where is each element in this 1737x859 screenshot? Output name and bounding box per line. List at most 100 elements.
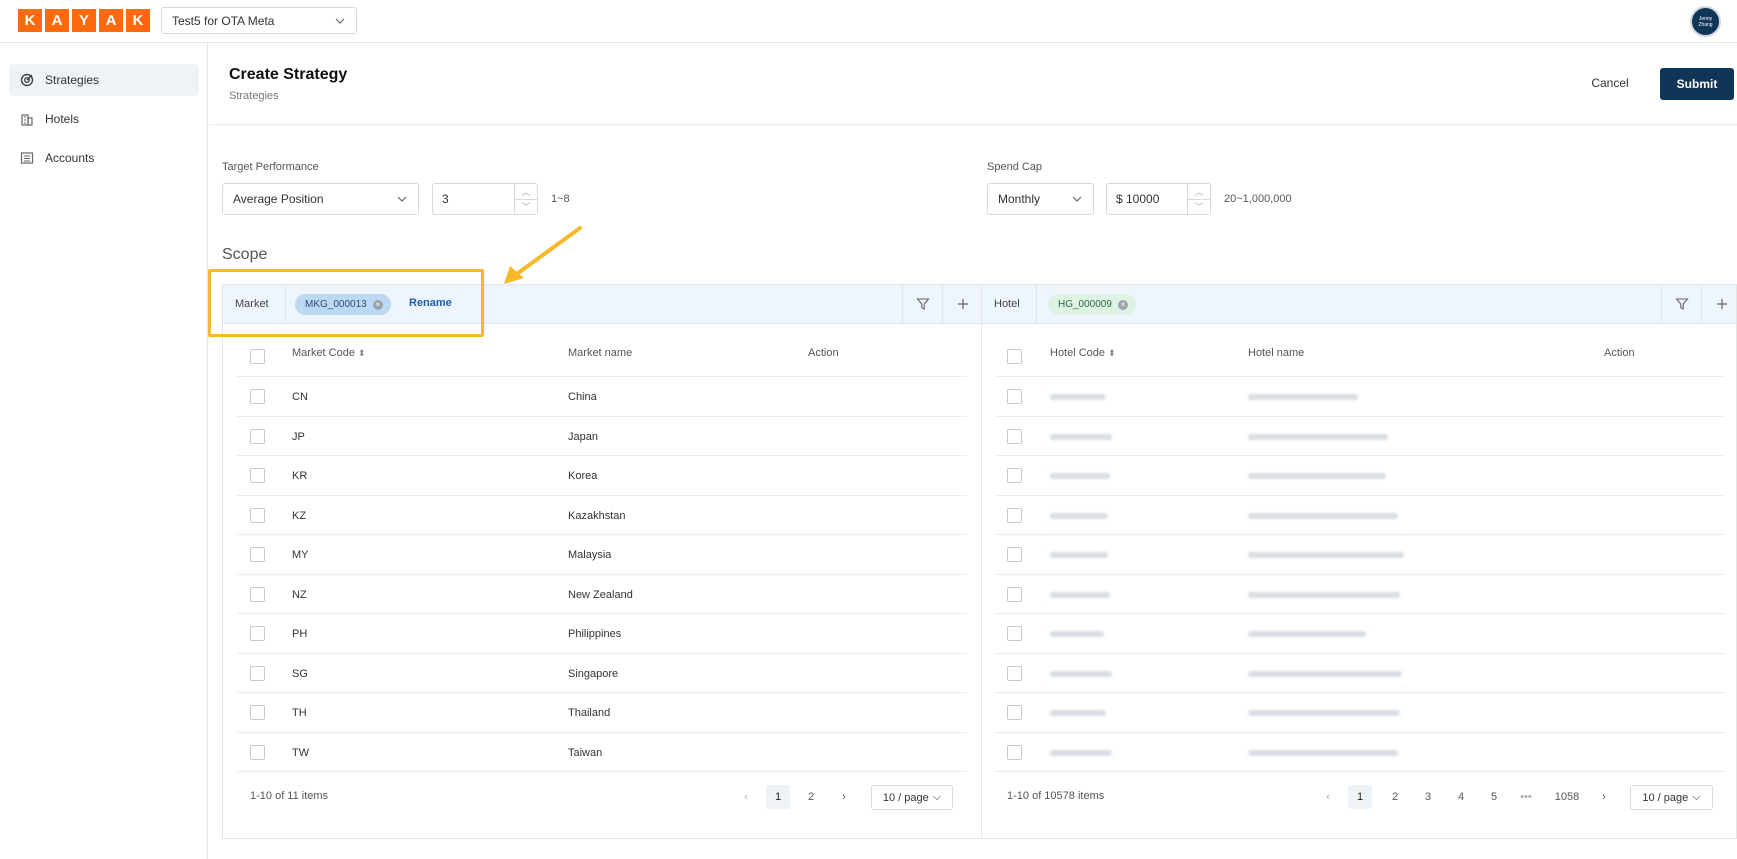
hotel-label: Hotel <box>982 285 1037 323</box>
hotel-chip[interactable]: HG_000009 × <box>1048 294 1136 315</box>
annotation-arrow-icon <box>504 226 582 284</box>
kayak-logo[interactable]: K A Y A K <box>18 9 150 32</box>
row-checkbox[interactable] <box>250 468 265 483</box>
stepper-up-icon[interactable]: ︿ <box>515 184 537 200</box>
prev-page-icon[interactable]: ‹ <box>1316 785 1340 809</box>
page-button[interactable]: 2 <box>1383 785 1407 809</box>
market-name-cell: Philippines <box>568 628 622 640</box>
spend-range: 20~1,000,000 <box>1224 193 1292 205</box>
market-code-cell: KR <box>292 470 308 482</box>
market-select-all-checkbox[interactable] <box>250 349 265 364</box>
hotel-action-header: Action <box>1604 347 1635 359</box>
chevron-down-icon: ⌵ <box>1692 791 1701 803</box>
row-checkbox[interactable] <box>250 389 265 404</box>
chevron-down-icon <box>1072 196 1082 202</box>
close-icon[interactable]: × <box>1117 299 1128 310</box>
target-value-stepper[interactable]: 3 ︿ ﹀ <box>432 183 538 215</box>
row-divider <box>236 534 967 535</box>
chevron-down-icon <box>335 18 345 24</box>
hotel-select-all-checkbox[interactable] <box>1007 349 1022 364</box>
add-icon[interactable] <box>1701 285 1737 323</box>
redacted-hotel-code <box>1050 591 1110 598</box>
row-divider <box>995 692 1725 693</box>
row-checkbox[interactable] <box>1007 705 1022 720</box>
page-button[interactable]: 1 <box>1348 785 1372 809</box>
page-button[interactable]: 1 <box>766 785 790 809</box>
target-metric-select[interactable]: Average Position <box>222 183 419 215</box>
page-ellipsis[interactable]: ••• <box>1514 785 1538 809</box>
row-checkbox[interactable] <box>1007 389 1022 404</box>
list-icon <box>20 151 34 165</box>
row-checkbox[interactable] <box>250 744 265 760</box>
market-page-size-select[interactable]: 10 / page ⌵ <box>871 785 953 810</box>
row-divider <box>236 613 967 614</box>
next-page-icon[interactable]: › <box>1592 785 1616 809</box>
redacted-hotel-code <box>1050 631 1104 637</box>
stepper-down-icon[interactable]: ﹀ <box>1188 200 1210 215</box>
spend-value-stepper[interactable]: $ 10000 ︿ ﹀ <box>1106 183 1211 215</box>
page-title: Create Strategy <box>229 66 348 83</box>
submit-button[interactable]: Submit <box>1660 68 1734 100</box>
market-name-cell: Thailand <box>568 707 611 719</box>
row-checkbox[interactable] <box>250 428 265 444</box>
account-select[interactable]: Test5 for OTA Meta <box>161 7 357 34</box>
row-divider <box>995 494 1725 496</box>
row-divider <box>236 771 967 772</box>
spend-cap-label: Spend Cap <box>987 161 1043 173</box>
row-checkbox[interactable] <box>250 547 265 562</box>
market-name-cell: New Zealand <box>568 588 633 601</box>
stepper-up-icon[interactable]: ︿ <box>1188 184 1210 200</box>
prev-page-icon[interactable]: ‹ <box>734 785 758 809</box>
row-divider <box>995 731 1725 733</box>
sidebar-item-accounts[interactable]: Accounts <box>9 142 199 174</box>
row-checkbox[interactable] <box>1007 507 1022 523</box>
row-divider <box>995 573 1725 575</box>
row-checkbox[interactable] <box>250 705 265 720</box>
page-button[interactable]: 3 <box>1416 785 1440 809</box>
target-performance-label: Target Performance <box>222 161 319 173</box>
page-button[interactable]: 1058 <box>1548 785 1586 809</box>
stepper-down-icon[interactable]: ﹀ <box>515 200 537 215</box>
row-checkbox[interactable] <box>250 586 265 602</box>
top-bar: K A Y A K Test5 for OTA Meta Jenny Zhang <box>0 0 1737 43</box>
next-page-icon[interactable]: › <box>832 785 856 809</box>
row-divider <box>995 534 1725 535</box>
row-checkbox[interactable] <box>1007 468 1022 483</box>
row-checkbox[interactable] <box>1007 744 1022 760</box>
market-code-header[interactable]: Market Code ⬍ <box>292 347 366 359</box>
row-checkbox[interactable] <box>1007 665 1022 681</box>
filter-icon[interactable] <box>902 285 942 323</box>
market-code-cell: JP <box>292 430 305 443</box>
sidebar-item-label: Hotels <box>45 112 80 126</box>
redacted-hotel-code <box>1050 670 1112 677</box>
page-button[interactable]: 5 <box>1482 785 1506 809</box>
sidebar-item-strategies[interactable]: Strategies <box>9 64 199 96</box>
row-checkbox[interactable] <box>1007 586 1022 602</box>
row-divider <box>995 652 1725 654</box>
redacted-hotel-code <box>1050 710 1106 716</box>
add-icon[interactable] <box>942 285 982 323</box>
filter-icon[interactable] <box>1661 285 1701 323</box>
breadcrumb[interactable]: Strategies <box>229 90 279 102</box>
sidebar-item-hotels[interactable]: Hotels <box>9 103 199 135</box>
page-button[interactable]: 2 <box>799 785 823 809</box>
sort-icon[interactable]: ⬍ <box>1108 348 1116 358</box>
market-code-cell: TW <box>292 746 310 759</box>
hotel-scope-bar: Hotel HG_000009 × <box>982 285 1736 324</box>
hotel-code-header[interactable]: Hotel Code ⬍ <box>1050 347 1116 359</box>
row-checkbox[interactable] <box>250 507 265 523</box>
hotel-page-size-select[interactable]: 10 / page ⌵ <box>1630 785 1713 810</box>
avatar[interactable]: Jenny Zhang <box>1690 6 1721 37</box>
redacted-hotel-name <box>1248 749 1398 756</box>
page-button[interactable]: 4 <box>1449 785 1473 809</box>
spend-period-select[interactable]: Monthly <box>987 183 1094 215</box>
row-checkbox[interactable] <box>250 665 265 681</box>
sidebar-item-label: Strategies <box>45 73 100 87</box>
row-checkbox[interactable] <box>1007 626 1022 641</box>
sort-icon[interactable]: ⬍ <box>358 348 366 358</box>
cancel-button[interactable]: Cancel <box>1580 71 1640 95</box>
row-checkbox[interactable] <box>1007 547 1022 562</box>
row-checkbox[interactable] <box>250 626 265 641</box>
row-checkbox[interactable] <box>1007 428 1022 444</box>
redacted-hotel-name <box>1248 591 1400 598</box>
